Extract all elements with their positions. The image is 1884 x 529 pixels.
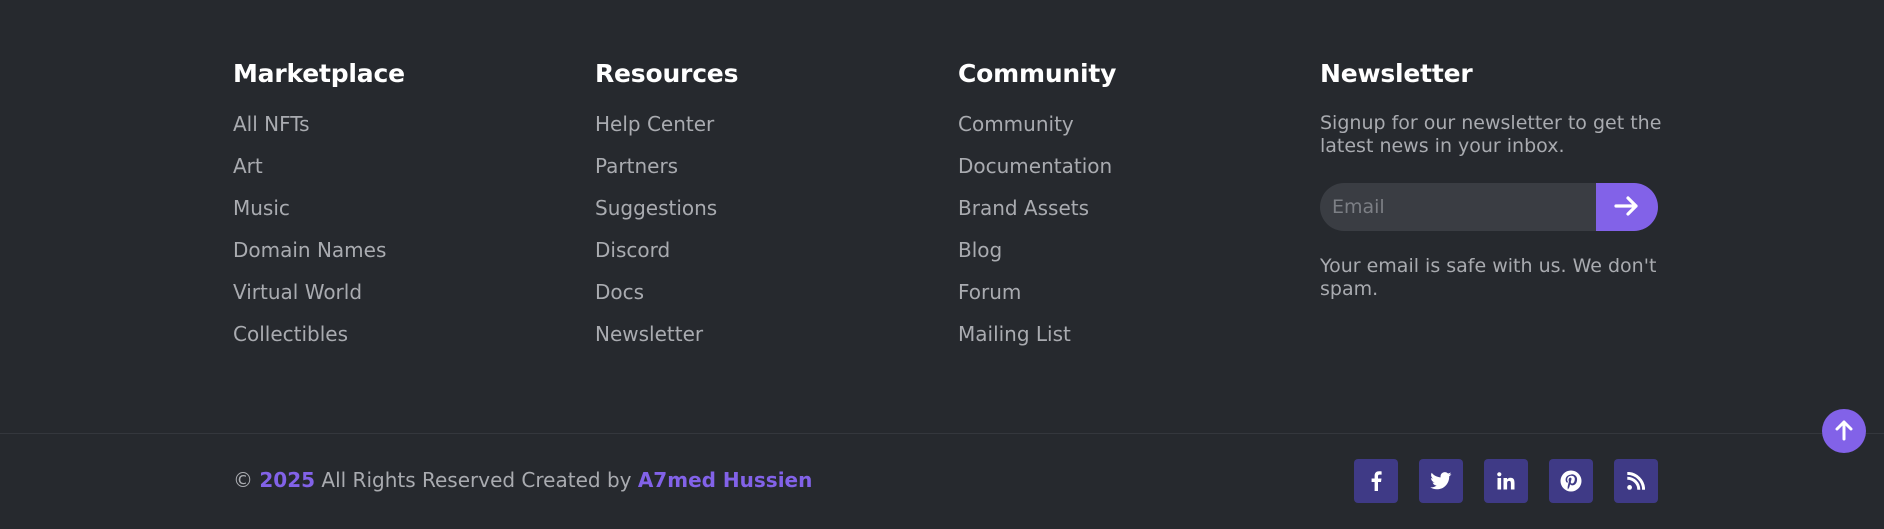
footer-divider	[0, 433, 1884, 434]
footer-link-blog[interactable]: Blog	[958, 238, 1116, 262]
footer-link-partners[interactable]: Partners	[595, 154, 738, 178]
footer-link-music[interactable]: Music	[233, 196, 405, 220]
pinterest-icon	[1560, 470, 1582, 492]
author-link[interactable]: A7med Hussien	[638, 468, 813, 492]
column-title: Community	[958, 59, 1117, 88]
copyright-text: © 2025 All Rights Reserved Created by A7…	[233, 468, 812, 492]
newsletter-title: Newsletter	[1320, 59, 1473, 88]
copyright-label: All Rights Reserved Created by	[321, 468, 632, 492]
footer-link-collectibles[interactable]: Collectibles	[233, 322, 405, 346]
linkedin-link[interactable]	[1484, 459, 1528, 503]
link-list: All NFTs Art Music Domain Names Virtual …	[233, 112, 405, 346]
copyright-year: 2025	[259, 468, 316, 492]
footer-link-all-nfts[interactable]: All NFTs	[233, 112, 405, 136]
arrow-right-icon	[1614, 195, 1640, 220]
twitter-link[interactable]	[1419, 459, 1463, 503]
footer-link-newsletter[interactable]: Newsletter	[595, 322, 738, 346]
footer-link-discord[interactable]: Discord	[595, 238, 738, 262]
rss-link[interactable]	[1614, 459, 1658, 503]
footer-link-community[interactable]: Community	[958, 112, 1116, 136]
footer-link-suggestions[interactable]: Suggestions	[595, 196, 738, 220]
footer-column-resources: Resources Help Center Partners Suggestio…	[595, 58, 738, 364]
link-list: Community Documentation Brand Assets Blo…	[958, 112, 1116, 346]
social-links	[1354, 459, 1658, 503]
footer-link-art[interactable]: Art	[233, 154, 405, 178]
arrow-up-icon	[1834, 419, 1854, 444]
facebook-icon	[1370, 471, 1382, 491]
link-list: Help Center Partners Suggestions Discord…	[595, 112, 738, 346]
footer-column-marketplace: Marketplace All NFTs Art Music Domain Na…	[233, 58, 405, 364]
newsletter-note: Your email is safe with us. We don't spa…	[1320, 255, 1657, 300]
footer-link-mailing-list[interactable]: Mailing List	[958, 322, 1116, 346]
pinterest-link[interactable]	[1549, 459, 1593, 503]
facebook-link[interactable]	[1354, 459, 1398, 503]
copyright-symbol: ©	[233, 468, 253, 492]
rss-icon	[1627, 472, 1645, 490]
footer-link-brand-assets[interactable]: Brand Assets	[958, 196, 1116, 220]
footer-link-help-center[interactable]: Help Center	[595, 112, 738, 136]
footer-column-newsletter: Newsletter Signup for our newsletter to …	[1320, 58, 1680, 301]
email-field[interactable]	[1320, 183, 1596, 231]
footer-link-domain-names[interactable]: Domain Names	[233, 238, 405, 262]
footer-link-forum[interactable]: Forum	[958, 280, 1116, 304]
footer-link-documentation[interactable]: Documentation	[958, 154, 1116, 178]
twitter-icon	[1430, 472, 1452, 490]
footer-link-docs[interactable]: Docs	[595, 280, 738, 304]
footer-column-community: Community Community Documentation Brand …	[958, 58, 1116, 364]
newsletter-submit-button[interactable]	[1596, 183, 1658, 231]
footer-link-virtual-world[interactable]: Virtual World	[233, 280, 405, 304]
column-title: Marketplace	[233, 59, 405, 88]
site-footer: Marketplace All NFTs Art Music Domain Na…	[0, 0, 1884, 529]
linkedin-icon	[1497, 472, 1515, 490]
newsletter-description: Signup for our newsletter to get the lat…	[1320, 112, 1662, 157]
scroll-to-top-button[interactable]	[1822, 409, 1866, 453]
newsletter-form	[1320, 183, 1658, 231]
column-title: Resources	[595, 59, 739, 88]
